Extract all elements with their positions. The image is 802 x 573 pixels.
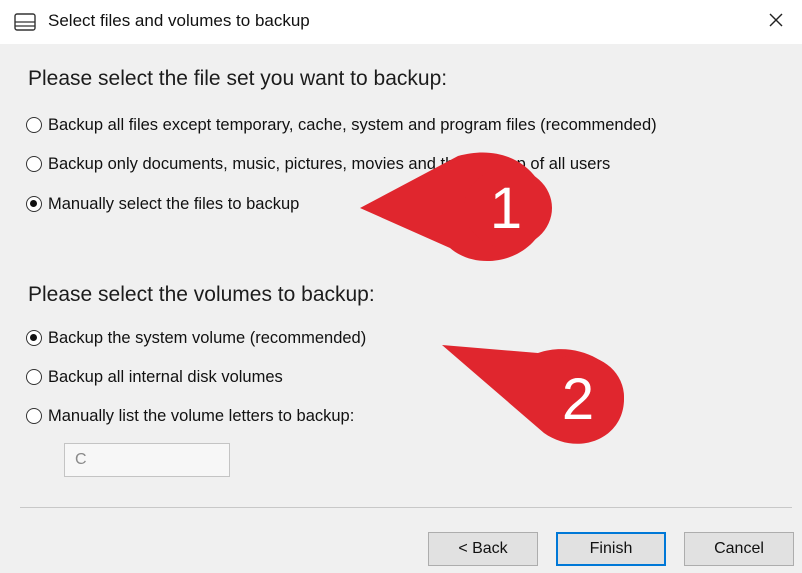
radio-button[interactable] bbox=[26, 156, 42, 172]
callout-1: 1 bbox=[360, 152, 552, 262]
volume-option-label: Manually list the volume letters to back… bbox=[48, 406, 355, 425]
radio-button[interactable] bbox=[26, 196, 42, 212]
close-button[interactable] bbox=[760, 6, 792, 38]
cancel-button[interactable]: Cancel bbox=[684, 532, 794, 566]
volume-option-all-internal[interactable]: Backup all internal disk volumes bbox=[26, 365, 283, 389]
window-title: Select files and volumes to backup bbox=[48, 11, 310, 30]
volume-letters-input[interactable] bbox=[64, 443, 230, 477]
finish-button[interactable]: Finish bbox=[556, 532, 666, 566]
backup-drive-icon bbox=[14, 13, 36, 36]
callout-2-number: 2 bbox=[562, 367, 594, 432]
fileset-option-label: Backup all files except temporary, cache… bbox=[48, 115, 657, 134]
callout-2: 2 bbox=[442, 345, 624, 444]
radio-button[interactable] bbox=[26, 117, 42, 133]
radio-button[interactable] bbox=[26, 369, 42, 385]
volumes-heading: Please select the volumes to backup: bbox=[28, 283, 375, 306]
volume-option-manual-list[interactable]: Manually list the volume letters to back… bbox=[26, 404, 354, 428]
close-icon bbox=[768, 12, 784, 33]
back-button[interactable]: < Back bbox=[428, 532, 538, 566]
title-bar: Select files and volumes to backup bbox=[0, 0, 802, 44]
volume-option-label: Backup the system volume (recommended) bbox=[48, 328, 367, 347]
footer-divider bbox=[20, 507, 792, 508]
volume-option-system[interactable]: Backup the system volume (recommended) bbox=[26, 326, 366, 350]
callout-1-number: 1 bbox=[490, 176, 522, 241]
fileset-option-label: Manually select the files to backup bbox=[48, 194, 300, 213]
radio-button[interactable] bbox=[26, 330, 42, 346]
fileset-option-all-except-temp[interactable]: Backup all files except temporary, cache… bbox=[26, 113, 657, 137]
radio-button[interactable] bbox=[26, 408, 42, 424]
fileset-option-manual[interactable]: Manually select the files to backup bbox=[26, 192, 299, 216]
volume-option-label: Backup all internal disk volumes bbox=[48, 367, 283, 386]
fileset-heading: Please select the file set you want to b… bbox=[28, 67, 448, 90]
